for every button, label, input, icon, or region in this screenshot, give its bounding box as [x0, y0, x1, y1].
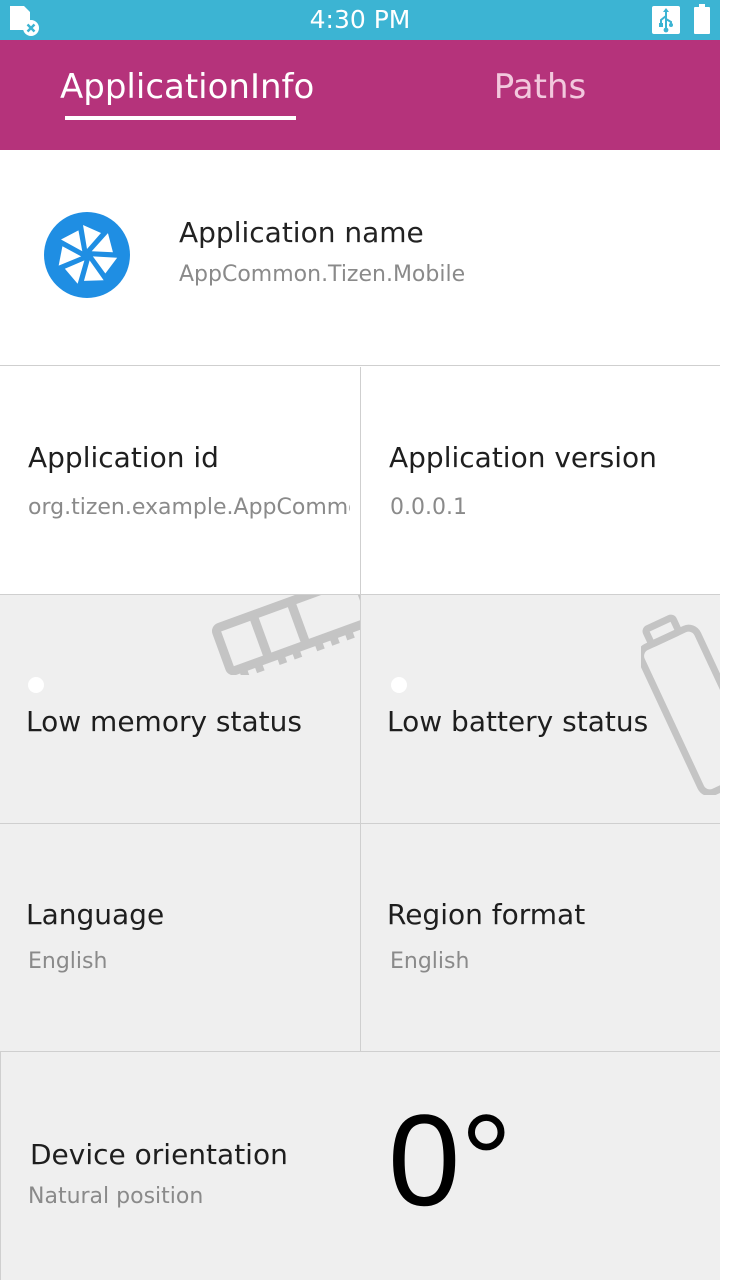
tab-paths-label: Paths: [493, 67, 587, 107]
tizen-pinwheel-icon: [44, 212, 130, 298]
low-memory-label: Low memory status: [26, 705, 302, 738]
low-memory-status-dot: [28, 677, 44, 693]
battery-icon: [694, 4, 710, 34]
app-id-value: org.tizen.example.AppCommon: [28, 495, 350, 520]
device-orientation-value: Natural position: [28, 1184, 204, 1209]
device-orientation-label: Device orientation: [30, 1138, 288, 1171]
app-id-label: Application id: [28, 441, 219, 474]
region-format-cell[interactable]: Region format English: [361, 824, 720, 1052]
region-format-label: Region format: [387, 898, 586, 931]
language-value: English: [28, 949, 108, 974]
grid-divider: [0, 823, 720, 824]
tab-selected-indicator: [65, 116, 296, 120]
usb-icon: [652, 6, 680, 34]
tab-applicationinfo[interactable]: ApplicationInfo: [60, 62, 314, 122]
app-header: Application name AppCommon.Tizen.Mobile: [0, 150, 720, 366]
grid-divider: [360, 367, 361, 1052]
device-orientation-cell: Device orientation Natural position: [0, 1052, 720, 1280]
status-time: 4:30 PM: [309, 5, 411, 34]
tab-applicationinfo-label: ApplicationInfo: [60, 67, 315, 107]
language-label: Language: [26, 898, 165, 931]
grid-divider: [0, 594, 720, 595]
low-battery-label: Low battery status: [387, 705, 649, 738]
app-version-cell: Application version 0.0.0.1: [361, 367, 720, 595]
region-format-value: English: [390, 949, 470, 974]
app-name-value: AppCommon.Tizen.Mobile: [179, 262, 466, 287]
app-version-label: Application version: [389, 441, 657, 474]
app-name-label: Application name: [179, 216, 424, 249]
app-id-cell: Application id org.tizen.example.AppComm…: [0, 367, 360, 595]
memory-chip-icon: [211, 595, 360, 675]
low-battery-cell[interactable]: Low battery status: [361, 595, 720, 823]
orientation-degrees: 0°: [388, 1087, 513, 1233]
low-memory-cell[interactable]: Low memory status: [0, 595, 360, 823]
language-cell[interactable]: Language English: [0, 824, 360, 1052]
battery-outline-icon: [641, 614, 720, 795]
status-bar: 4:30 PM: [0, 0, 720, 40]
tab-paths[interactable]: Paths: [440, 62, 640, 122]
grid-divider: [0, 1051, 720, 1052]
tab-bar: ApplicationInfo Paths: [0, 40, 720, 150]
app-version-value: 0.0.0.1: [390, 495, 467, 520]
low-battery-status-dot: [391, 677, 407, 693]
